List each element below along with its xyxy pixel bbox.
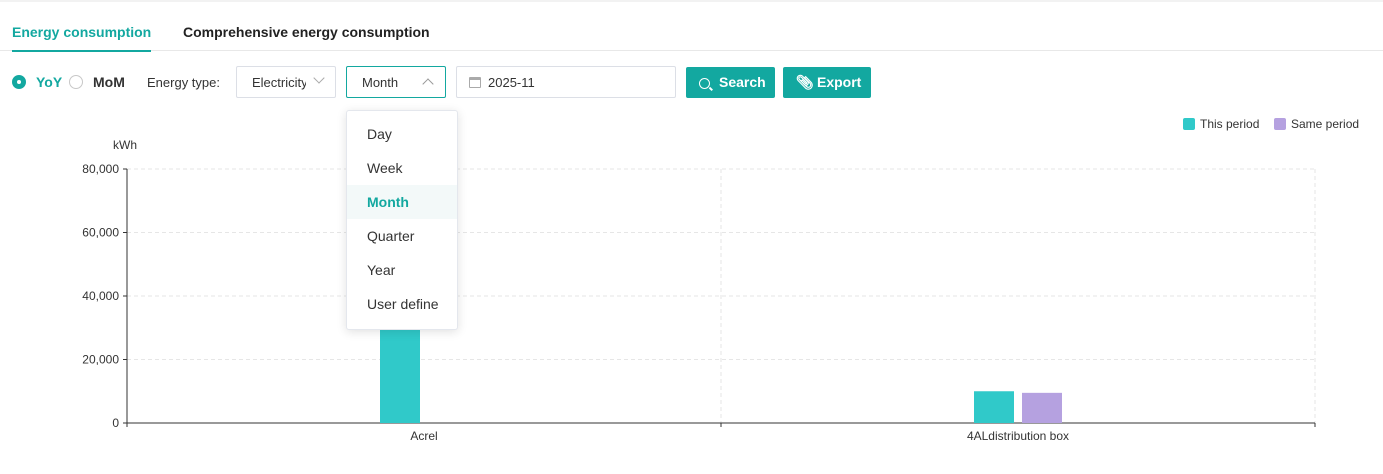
legend-label-this-period: This period — [1200, 117, 1260, 131]
export-button[interactable]: 📎︎ Export — [783, 67, 871, 98]
period-value: Month — [362, 75, 399, 90]
tab-energy-consumption[interactable]: Energy consumption — [12, 24, 152, 52]
y-tick-label: 0 — [112, 416, 119, 430]
paperclip-icon: 📎︎ — [796, 74, 814, 90]
bar-this-period — [380, 327, 420, 423]
bar-this-period — [974, 391, 1014, 423]
calendar-icon — [469, 77, 481, 88]
y-tick-label: 40,000 — [82, 289, 119, 303]
x-tick-label: Acrel — [410, 429, 437, 443]
period-option-quarter[interactable]: Quarter — [347, 219, 457, 253]
date-value: 2025-11 — [488, 75, 535, 90]
energy-type-label: Energy type: — [147, 75, 220, 90]
x-tick-label: 4ALdistribution box — [967, 429, 1069, 443]
y-tick-label: 60,000 — [82, 226, 119, 240]
period-dropdown: Day Week Month Quarter Year User define — [346, 110, 458, 330]
yoy-label[interactable]: YoY — [36, 74, 62, 90]
chevron-down-icon — [313, 72, 325, 84]
period-option-year[interactable]: Year — [347, 253, 457, 287]
bar-chart: 0 20,000 40,000 60,000 80,000 Acrel 4ALdistrib… — [82, 162, 1316, 443]
bar-same-period — [1022, 392, 1062, 423]
period-option-month[interactable]: Month — [347, 185, 457, 219]
yoy-radio[interactable] — [12, 75, 26, 89]
legend-swatch-same-period — [1274, 118, 1286, 130]
date-picker[interactable]: 2025-11 — [456, 66, 676, 98]
legend-label-same-period: Same period — [1291, 117, 1360, 131]
legend-swatch-this-period — [1183, 118, 1195, 130]
period-select[interactable]: Month — [346, 66, 446, 98]
period-option-week[interactable]: Week — [347, 151, 457, 185]
period-option-day[interactable]: Day — [347, 117, 457, 151]
energy-type-select[interactable]: Electricity — [236, 66, 336, 98]
chart-legend: This period Same period — [1183, 117, 1373, 131]
period-option-user-define[interactable]: User define — [347, 287, 457, 321]
mom-radio[interactable] — [69, 75, 83, 89]
tab-bar: Energy consumption Comprehensive energy … — [0, 0, 1383, 52]
search-icon — [699, 74, 710, 90]
search-button-label: Search — [719, 74, 766, 90]
tab-comprehensive-energy-consumption[interactable]: Comprehensive energy consumption — [183, 24, 430, 40]
energy-type-value: Electricity — [252, 75, 306, 90]
export-button-label: Export — [817, 74, 862, 90]
filter-toolbar: YoY MoM Energy type: Electricity Month 2… — [0, 66, 1383, 98]
y-tick-label: 80,000 — [82, 162, 119, 176]
y-tick-label: 20,000 — [82, 353, 119, 367]
mom-label[interactable]: MoM — [93, 74, 125, 90]
chevron-up-icon — [422, 78, 434, 90]
search-button[interactable]: Search — [686, 67, 775, 98]
